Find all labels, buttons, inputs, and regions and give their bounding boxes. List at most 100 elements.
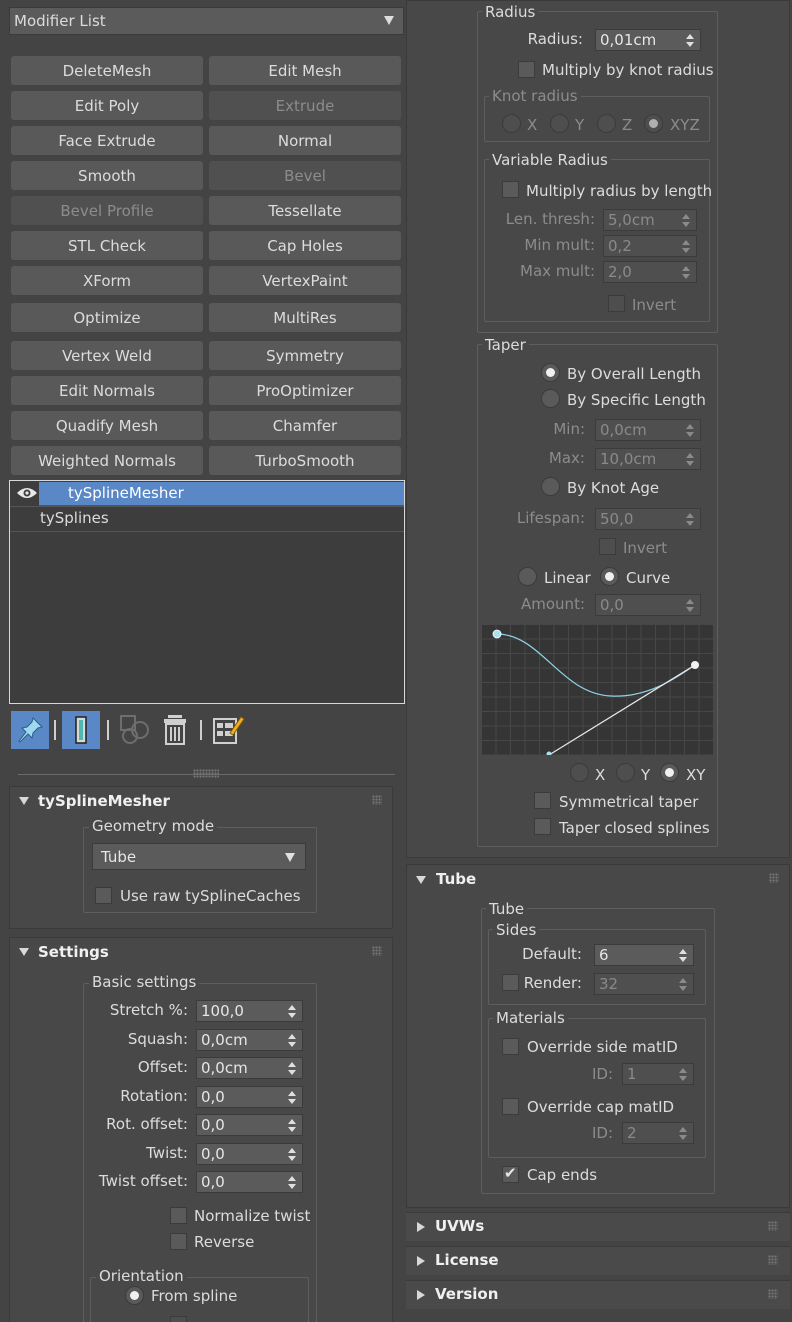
taper-invert-checkbox[interactable] [599,538,616,555]
taper-min-spinner[interactable]: 0,0cm [595,419,701,441]
modifier-button-chamfer[interactable]: Chamfer [209,411,401,440]
curve-radio[interactable] [600,567,619,586]
stack-item-tysplinemesher[interactable]: tySplineMesher [10,481,404,507]
use-raw-checkbox[interactable] [95,887,112,904]
cut-off-checkbox[interactable] [170,1316,187,1322]
taper-curve-graph[interactable] [481,624,713,757]
pin-stack-button[interactable] [11,711,49,749]
modifier-button-cap-holes[interactable]: Cap Holes [209,231,401,260]
modifier-button-extrude[interactable]: Extrude [209,91,401,120]
reverse-checkbox[interactable] [170,1233,187,1250]
normalize-twist-checkbox[interactable] [170,1207,187,1224]
modifier-button-deletemesh[interactable]: DeleteMesh [11,56,203,85]
multiply-knot-checkbox[interactable] [518,61,535,78]
amount-spinner[interactable]: 0,0 [595,594,701,616]
modifier-stack[interactable]: tySplineMesher tySplines [9,480,405,704]
spinner-arrows-icon[interactable] [682,214,690,227]
setting-spinner[interactable]: 0,0 [196,1085,303,1108]
collapse-triangle-icon[interactable] [19,797,29,805]
resize-handle[interactable] [193,769,219,778]
cap-id-spinner[interactable]: 2 [622,1122,694,1144]
spinner-arrows-icon[interactable] [686,34,694,47]
license-rollout[interactable]: License [406,1246,790,1275]
max-mult-spinner[interactable]: 2,0 [603,261,697,283]
rollout-grip-icon[interactable] [768,1255,778,1265]
radius-invert-checkbox[interactable] [608,295,625,312]
spinner-arrows-icon[interactable] [682,240,690,253]
setting-spinner[interactable]: 0,0cm [196,1057,303,1079]
modifier-button-xform[interactable]: XForm [11,266,203,295]
setting-spinner[interactable]: 100,0 [196,1000,303,1022]
modifier-button-tessellate[interactable]: Tessellate [209,196,401,225]
modifier-button-symmetry[interactable]: Symmetry [209,341,401,370]
modifier-button-multires[interactable]: MultiRes [209,303,401,332]
modifier-button-face-extrude[interactable]: Face Extrude [11,126,203,155]
eye-icon[interactable] [16,486,38,500]
rollout-grip-icon[interactable] [372,795,382,805]
spinner-arrows-icon[interactable] [288,1119,296,1132]
configure-modifier-sets-icon[interactable] [208,711,246,749]
spinner-arrows-icon[interactable] [686,599,694,612]
min-mult-spinner[interactable]: 0,2 [603,235,697,257]
modifier-button-weighted-normals[interactable]: Weighted Normals [11,446,203,475]
knot-axis-y-radio[interactable] [550,114,569,133]
spinner-arrows-icon[interactable] [288,1005,296,1018]
spinner-arrows-icon[interactable] [679,1068,687,1081]
rollout-grip-icon[interactable] [372,946,382,956]
taper-max-spinner[interactable]: 10,0cm [595,448,701,470]
taper-closed-checkbox[interactable] [534,818,551,835]
from-spline-radio[interactable] [125,1286,144,1305]
knot-axis-z-radio[interactable] [597,114,616,133]
setting-spinner[interactable]: 0,0cm [196,1028,303,1051]
collapse-triangle-icon[interactable] [416,876,426,884]
linear-radio[interactable] [518,567,537,586]
modifier-button-edit-mesh[interactable]: Edit Mesh [209,56,401,85]
curve-axis-x-radio[interactable] [570,763,589,782]
setting-spinner[interactable]: 0,0 [196,1171,303,1193]
collapse-triangle-icon[interactable] [19,948,29,956]
uvws-rollout[interactable]: UVWs [406,1212,790,1241]
modifier-button-quadify-mesh[interactable]: Quadify Mesh [11,411,203,440]
modifier-list-dropdown[interactable]: Modifier List [9,7,404,35]
setting-spinner[interactable]: 0,0 [196,1114,303,1136]
modifier-button-turbosmooth[interactable]: TurboSmooth [209,446,401,475]
by-knot-age-radio[interactable] [541,477,560,496]
rollout-grip-icon[interactable] [768,1221,778,1231]
by-specific-length-radio[interactable] [541,389,560,408]
override-side-checkbox[interactable] [502,1038,519,1055]
override-cap-checkbox[interactable] [502,1098,519,1115]
geometry-mode-dropdown[interactable]: Tube [92,843,306,870]
len-thresh-spinner[interactable]: 5,0cm [603,209,697,231]
lifespan-spinner[interactable]: 50,0 [595,508,701,530]
render-sides-spinner[interactable]: 32 [594,973,694,995]
modifier-button-bevel[interactable]: Bevel [209,161,401,190]
modifier-button-edit-normals[interactable]: Edit Normals [11,376,203,405]
rollout-title[interactable]: Tube [436,870,476,900]
curve-canvas[interactable] [481,624,713,757]
spinner-arrows-icon[interactable] [682,266,690,279]
spinner-arrows-icon[interactable] [288,1147,296,1161]
by-overall-length-radio[interactable] [541,363,560,382]
modifier-button-optimize[interactable]: Optimize [11,303,203,332]
spinner-arrows-icon[interactable] [288,1176,296,1189]
stack-item-tysplines[interactable]: tySplines [10,507,404,532]
version-rollout[interactable]: Version [406,1280,790,1309]
rollout-title[interactable]: Settings [38,943,109,973]
setting-spinner[interactable]: 0,0 [196,1142,303,1165]
spinner-arrows-icon[interactable] [686,453,694,466]
spinner-arrows-icon[interactable] [686,513,694,526]
spinner-arrows-icon[interactable] [288,1033,296,1047]
spinner-arrows-icon[interactable] [679,978,687,991]
modifier-button-vertexpaint[interactable]: VertexPaint [209,266,401,295]
curve-axis-xy-radio[interactable] [660,763,679,782]
show-end-result-button[interactable] [62,711,100,749]
cap-ends-checkbox[interactable] [502,1164,519,1183]
spinner-arrows-icon[interactable] [288,1062,296,1075]
symmetrical-taper-checkbox[interactable] [534,792,551,809]
modifier-button-bevel-profile[interactable]: Bevel Profile [11,196,203,225]
rollout-grip-icon[interactable] [769,873,779,883]
side-id-spinner[interactable]: 1 [622,1063,694,1085]
knot-axis-xyz-radio[interactable] [644,114,663,133]
modifier-button-normal[interactable]: Normal [209,126,401,155]
modifier-button-edit-poly[interactable]: Edit Poly [11,91,203,120]
